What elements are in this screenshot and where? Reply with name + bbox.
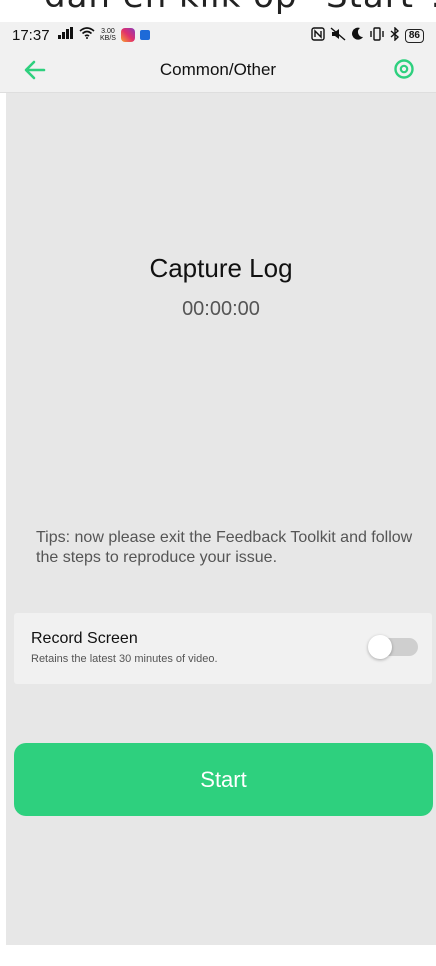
capture-log-title: Capture Log <box>149 253 293 283</box>
page-title: Common/Other <box>159 60 277 79</box>
signal-icon <box>58 27 74 42</box>
wifi-icon <box>79 27 95 42</box>
capture-timer: 00:00:00 <box>182 298 260 320</box>
target-icon[interactable] <box>392 57 416 81</box>
status-right-icons: 86 <box>311 26 424 44</box>
start-button[interactable]: Start <box>14 743 433 816</box>
battery-icon: 86 <box>404 28 424 43</box>
mute-icon <box>330 27 346 44</box>
record-screen-title: Record Screen <box>31 630 138 647</box>
network-speed: 3.00 KB/S <box>100 28 116 42</box>
app-notification-icon <box>139 29 150 40</box>
caption-text: dan en klik op "Start". <box>44 0 436 16</box>
bluetooth-icon <box>390 26 400 44</box>
toggle-knob <box>368 635 392 659</box>
vibrate-icon <box>369 27 385 44</box>
moon-icon <box>351 27 364 44</box>
status-bar: 17:37 3.00 KB/S 86 <box>0 22 436 50</box>
instagram-notification-icon <box>120 27 135 42</box>
network-speed-value: 3.00 <box>101 27 115 35</box>
record-screen-toggle[interactable] <box>368 635 418 659</box>
status-left-icons: 3.00 KB/S <box>58 27 150 42</box>
network-speed-unit: KB/S <box>100 34 116 42</box>
main-content: Capture Log 00:00:00 Tips: now please ex… <box>6 93 436 945</box>
record-screen-subtitle: Retains the latest 30 minutes of video. <box>31 653 218 665</box>
caption-strip: dan en klik op "Start". <box>0 0 436 22</box>
status-time: 17:37 <box>12 27 50 44</box>
record-screen-card: Record Screen Retains the latest 30 minu… <box>14 613 432 684</box>
app-top-bar: Common/Other <box>0 50 436 93</box>
tips-text: Tips: now please exit the Feedback Toolk… <box>36 529 413 566</box>
nfc-icon <box>311 27 325 44</box>
